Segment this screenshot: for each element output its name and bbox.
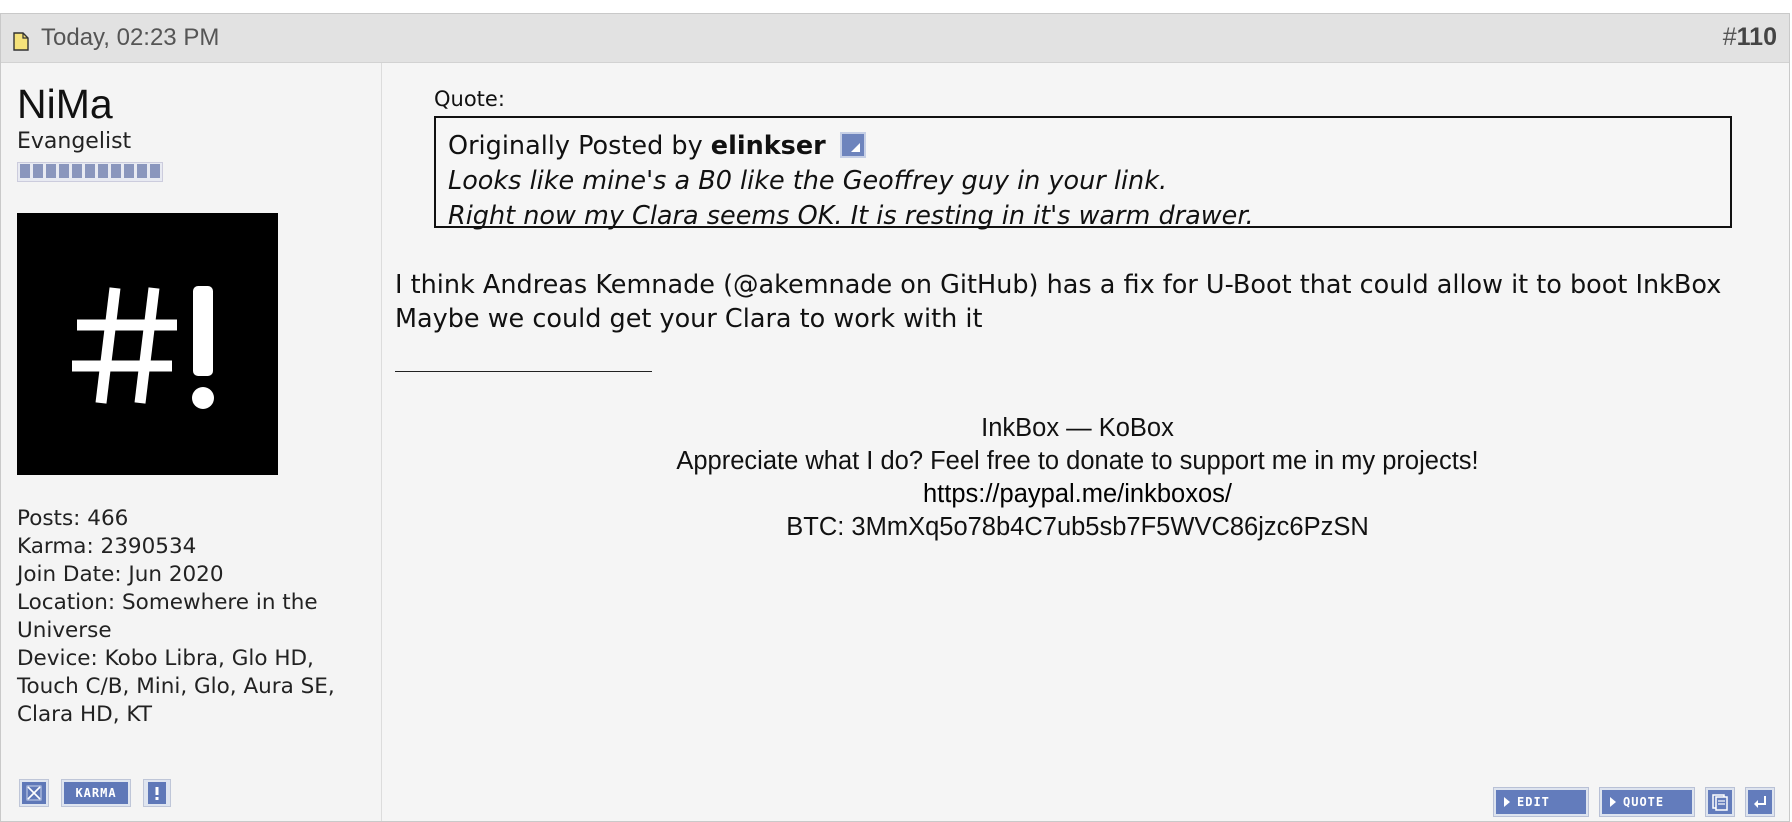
reputation-pip bbox=[124, 164, 134, 178]
user-title: Evangelist bbox=[17, 129, 132, 154]
post-body-line: I think Andreas Kemnade (@akemnade on Gi… bbox=[395, 270, 1722, 300]
signature-divider bbox=[395, 371, 652, 372]
quote-line: Looks like mine's a B0 like the Geoffrey… bbox=[448, 166, 1168, 196]
reputation-pip bbox=[150, 164, 160, 178]
reputation-pip bbox=[111, 164, 121, 178]
karma-label: KARMA bbox=[64, 782, 128, 804]
post-header: Today, 02:23 PM #110 bbox=[1, 14, 1789, 63]
edit-label: EDIT bbox=[1517, 795, 1550, 809]
quote-button-face: QUOTE bbox=[1602, 790, 1692, 814]
stat-posts: Posts: 466 bbox=[17, 506, 129, 531]
x-icon bbox=[22, 782, 46, 804]
view-post-icon[interactable] bbox=[839, 132, 866, 158]
stat-device: Device: Kobo Libra, Glo HD, Touch C/B, M… bbox=[17, 646, 335, 727]
paypal-link[interactable]: https://paypal.me/inkboxos/ bbox=[923, 480, 1232, 508]
reply-button[interactable] bbox=[1745, 787, 1775, 817]
reply-icon bbox=[1748, 790, 1772, 814]
report-post-button[interactable] bbox=[143, 779, 171, 807]
quote-line: Right now my Clara seems OK. It is resti… bbox=[448, 201, 1254, 231]
play-icon bbox=[1504, 797, 1510, 807]
post-body: I think Andreas Kemnade (@akemnade on Gi… bbox=[395, 268, 1775, 336]
multiquote-icon bbox=[1708, 790, 1732, 814]
user-actions: KARMA bbox=[19, 779, 171, 807]
signature-btc: BTC: 3MmXq5o78b4C7ub5sb7F5WVC86jzc6PzSN bbox=[786, 513, 1369, 541]
user-stats: Posts: 466 Karma: 2390534 Join Date: Jun… bbox=[17, 505, 357, 729]
post-content: Quote: Originally Posted by elinkser Loo… bbox=[382, 63, 1789, 821]
quote-box: Originally Posted by elinkser Looks like… bbox=[434, 116, 1732, 231]
stat-karma: Karma: 2390534 bbox=[17, 534, 197, 559]
signature: InkBox — KoBox Appreciate what I do? Fee… bbox=[395, 412, 1760, 544]
reputation-pip bbox=[20, 164, 30, 178]
stat-location: Location: Somewhere in the Universe bbox=[17, 590, 318, 643]
quote-by-prefix: Originally Posted by bbox=[448, 131, 703, 161]
reputation-pip bbox=[85, 164, 95, 178]
exclamation-icon bbox=[148, 782, 166, 804]
karma-button[interactable]: KARMA bbox=[61, 779, 131, 807]
forum-post: Today, 02:23 PM #110 NiMa Evangelist Pos… bbox=[0, 13, 1790, 822]
post-number-prefix: # bbox=[1722, 23, 1737, 51]
reputation-pip bbox=[33, 164, 43, 178]
post-actions: EDIT QUOTE bbox=[1493, 787, 1775, 817]
play-icon bbox=[1610, 797, 1616, 807]
quote-btn-label: QUOTE bbox=[1623, 795, 1665, 809]
reputation-pip bbox=[137, 164, 147, 178]
ignore-user-button[interactable] bbox=[19, 779, 49, 807]
document-icon bbox=[13, 32, 29, 51]
quote-label: Quote: bbox=[434, 87, 505, 111]
post-timestamp: Today, 02:23 PM bbox=[41, 24, 220, 51]
edit-button[interactable]: EDIT bbox=[1493, 787, 1589, 817]
signature-title: InkBox — KoBox bbox=[981, 414, 1174, 442]
avatar[interactable] bbox=[17, 213, 278, 475]
quote-attribution: Originally Posted by elinkser bbox=[448, 129, 1718, 164]
username[interactable]: NiMa bbox=[17, 81, 113, 128]
reputation-pip bbox=[98, 164, 108, 178]
reputation-pip bbox=[72, 164, 82, 178]
post-number: 110 bbox=[1736, 23, 1777, 51]
multiquote-button[interactable] bbox=[1705, 787, 1735, 817]
signature-donate-text: Appreciate what I do? Feel free to donat… bbox=[676, 447, 1479, 475]
post-body-line: Maybe we could get your Clara to work wi… bbox=[395, 304, 983, 334]
reputation-bar bbox=[17, 162, 163, 182]
quote-button[interactable]: QUOTE bbox=[1599, 787, 1695, 817]
quote-author: elinkser bbox=[710, 131, 826, 161]
edit-button-face: EDIT bbox=[1496, 790, 1586, 814]
post-permalink[interactable]: #110 bbox=[1723, 23, 1777, 52]
reputation-pip bbox=[59, 164, 69, 178]
stat-join-date: Join Date: Jun 2020 bbox=[17, 562, 224, 587]
reputation-pip bbox=[46, 164, 56, 178]
user-info-column: NiMa Evangelist Posts: 466 Karma: 239053… bbox=[1, 63, 382, 821]
